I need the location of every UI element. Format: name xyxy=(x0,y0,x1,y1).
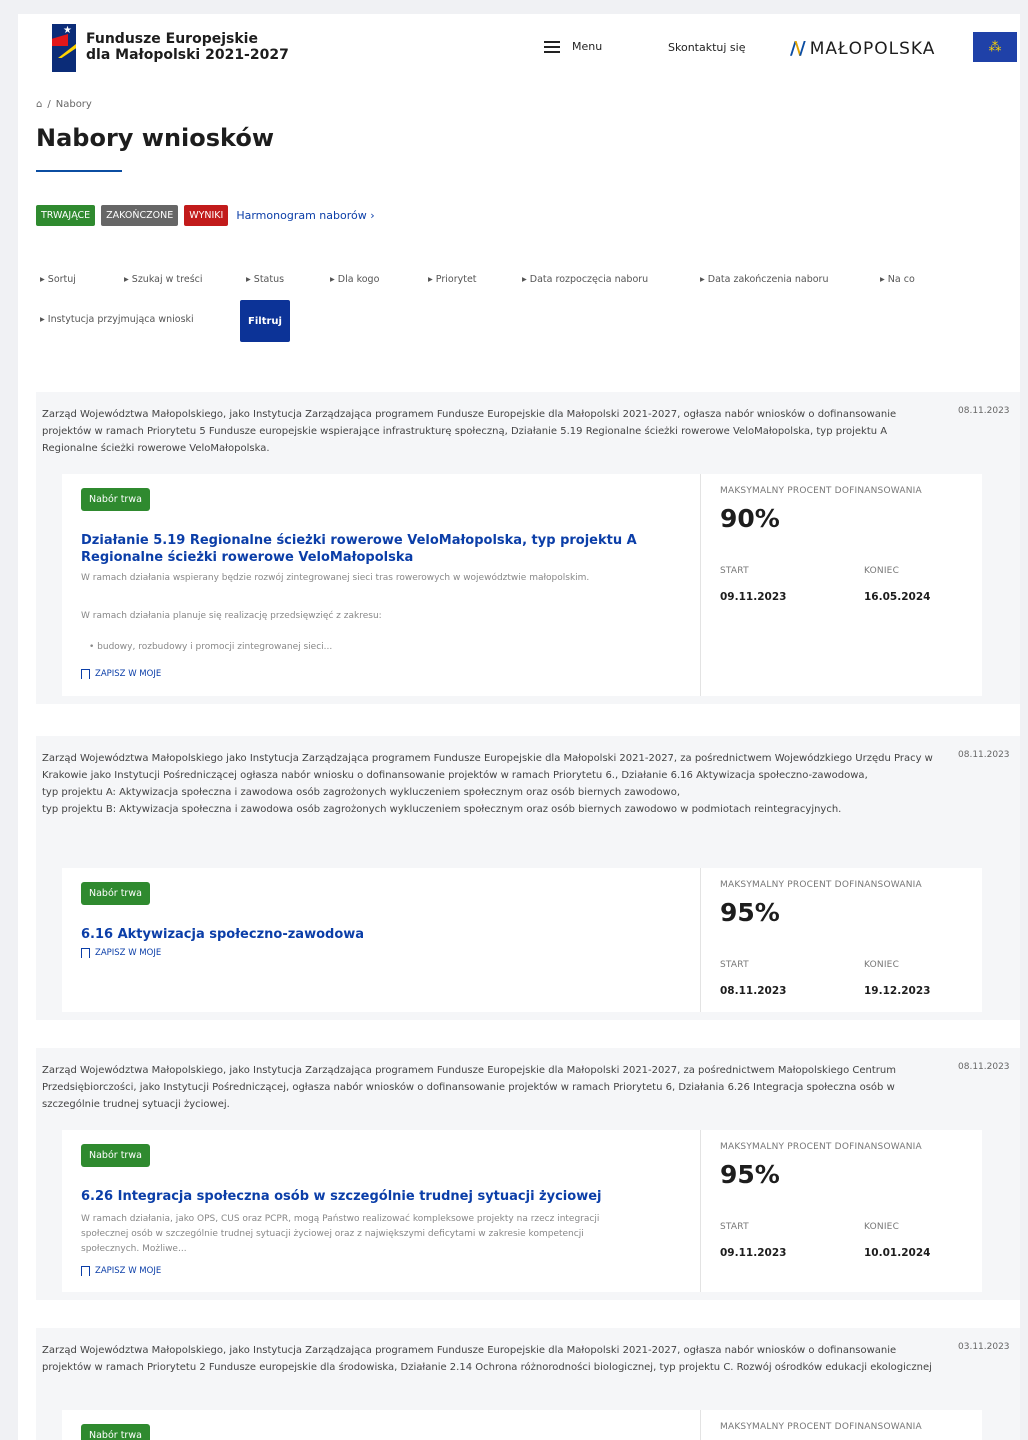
call-excerpt: W ramach działania wspierany będzie rozw… xyxy=(81,573,590,583)
call-details: Nabór trwa 6.26 Integracja społeczna osó… xyxy=(62,1130,982,1292)
call-description: Zarząd Województwa Małopolskiego, jako I… xyxy=(42,1345,932,1373)
call-description-line: typ projektu A: Aktywizacja społeczna i … xyxy=(42,787,681,798)
tab-results[interactable]: WYNIKI xyxy=(184,205,229,226)
status-tabs: TRWAJĄCE ZAKOŃCZONE WYNIKI Harmonogram n… xyxy=(36,205,375,226)
save-to-mine-button[interactable]: ZAPISZ W MOJE xyxy=(81,1266,161,1276)
start-date: 09.11.2023 xyxy=(720,1247,787,1259)
breadcrumb: ⌂ / Nabory xyxy=(36,99,92,110)
call-card: Zarząd Województwa Małopolskiego, jako I… xyxy=(36,392,1020,704)
call-title-link[interactable]: 6.26 Integracja społeczna osób w szczegó… xyxy=(81,1188,681,1205)
start-label: START xyxy=(720,1222,749,1232)
end-date: 16.05.2024 xyxy=(864,591,931,603)
filter-institution[interactable]: ▸ Instytucja przyjmująca wnioski xyxy=(40,314,194,325)
call-card: Zarząd Województwa Małopolskiego jako In… xyxy=(36,736,1020,1020)
filter-for-what[interactable]: ▸ Na co xyxy=(880,274,915,285)
bookmark-icon xyxy=(81,948,90,958)
call-details: Nabór trwa Działanie 5.19 Regionalne ści… xyxy=(62,474,982,696)
save-to-mine-button[interactable]: ZAPISZ W MOJE xyxy=(81,948,161,958)
call-date: 08.11.2023 xyxy=(958,406,1010,416)
filter-for-whom[interactable]: ▸ Dla kogo xyxy=(330,274,379,285)
max-percent-value: 90% xyxy=(720,504,780,533)
end-date: 19.12.2023 xyxy=(864,985,931,997)
start-date: 09.11.2023 xyxy=(720,591,787,603)
call-card: Zarząd Województwa Małopolskiego, jako I… xyxy=(36,1048,1020,1300)
contact-link[interactable]: Skontaktuj się xyxy=(668,41,745,54)
end-date: 10.01.2024 xyxy=(864,1247,931,1259)
site-header: ★ Fundusze Europejskie dla Małopolski 20… xyxy=(18,14,1020,86)
max-percent-value: 95% xyxy=(720,898,780,927)
call-title-link[interactable]: 6.16 Aktywizacja społeczno-zawodowa xyxy=(81,926,681,943)
start-label: START xyxy=(720,566,749,576)
hamburger-icon xyxy=(544,41,560,53)
call-description-line: typ projektu B: Aktywizacja społeczna i … xyxy=(42,804,842,815)
brand-name[interactable]: Fundusze Europejskie dla Małopolski 2021… xyxy=(86,31,289,63)
call-date: 03.11.2023 xyxy=(958,1342,1010,1352)
page-title: Nabory wniosków xyxy=(36,124,275,152)
brand-line-1: Fundusze Europejskie xyxy=(86,31,258,47)
filter-end-date[interactable]: ▸ Data zakończenia naboru xyxy=(700,274,828,285)
filter-sort[interactable]: ▸ Sortuj xyxy=(40,274,76,285)
filter-status[interactable]: ▸ Status xyxy=(246,274,284,285)
call-title-link[interactable]: Działanie 5.19 Regionalne ścieżki rowero… xyxy=(81,532,681,566)
end-label: KONIEC xyxy=(864,566,900,576)
tab-finished[interactable]: ZAKOŃCZONE xyxy=(101,205,179,226)
save-label: ZAPISZ W MOJE xyxy=(95,948,162,958)
card-divider xyxy=(700,1410,701,1440)
status-badge: Nabór trwa xyxy=(81,1144,150,1167)
call-description: Zarząd Województwa Małopolskiego jako In… xyxy=(42,750,942,818)
start-label: START xyxy=(720,960,749,970)
max-percent-label: MAKSYMALNY PROCENT DOFINANSOWANIA xyxy=(720,1142,922,1152)
tab-ongoing[interactable]: TRWAJĄCE xyxy=(36,205,96,226)
malopolska-logo[interactable]: /\/ MAŁOPOLSKA xyxy=(790,38,935,59)
card-divider xyxy=(700,1130,701,1292)
menu-button[interactable]: Menu xyxy=(544,40,602,53)
max-percent-label: MAKSYMALNY PROCENT DOFINANSOWANIA xyxy=(720,486,922,496)
call-card: Zarząd Województwa Małopolskiego, jako I… xyxy=(36,1328,1020,1440)
malopolska-mark-icon: /\/ xyxy=(790,38,806,59)
page: ★ Fundusze Europejskie dla Małopolski 20… xyxy=(18,14,1020,1440)
call-date: 08.11.2023 xyxy=(958,750,1010,760)
status-badge: Nabór trwa xyxy=(81,1424,150,1440)
breadcrumb-separator: / xyxy=(47,99,51,110)
filter-button[interactable]: Filtruj xyxy=(240,300,290,342)
filter-search[interactable]: ▸ Szukaj w treści xyxy=(124,274,203,285)
call-details: Nabór trwa MAKSYMALNY PROCENT DOFINANSOW… xyxy=(62,1410,982,1440)
status-badge: Nabór trwa xyxy=(81,488,150,511)
max-percent-label: MAKSYMALNY PROCENT DOFINANSOWANIA xyxy=(720,1422,922,1432)
malopolska-logo-text: MAŁOPOLSKA xyxy=(809,38,936,59)
brand-line-2: dla Małopolski 2021-2027 xyxy=(86,47,289,63)
schedule-link[interactable]: Harmonogram naborów › xyxy=(236,209,374,222)
call-description: Zarząd Województwa Małopolskiego, jako I… xyxy=(42,1065,896,1110)
end-label: KONIEC xyxy=(864,960,900,970)
call-excerpt-3: • budowy, rozbudowy i promocji zintegrow… xyxy=(89,642,333,652)
call-description-line: Zarząd Województwa Małopolskiego jako In… xyxy=(42,753,933,781)
save-label: ZAPISZ W MOJE xyxy=(95,669,162,679)
bookmark-icon xyxy=(81,669,90,679)
call-excerpt-2: W ramach działania planuje się realizacj… xyxy=(81,611,382,621)
max-percent-label: MAKSYMALNY PROCENT DOFINANSOWANIA xyxy=(720,880,922,890)
status-badge: Nabór trwa xyxy=(81,882,150,905)
filter-start-date[interactable]: ▸ Data rozpoczęcia naboru xyxy=(522,274,648,285)
breadcrumb-current: Nabory xyxy=(55,99,92,110)
filter-priority[interactable]: ▸ Priorytet xyxy=(428,274,477,285)
bookmark-icon xyxy=(81,1266,90,1276)
max-percent-value: 95% xyxy=(720,1160,780,1189)
fe-logo-icon[interactable]: ★ xyxy=(52,24,76,72)
home-icon[interactable]: ⌂ xyxy=(36,99,42,110)
end-label: KONIEC xyxy=(864,1222,900,1232)
call-date: 08.11.2023 xyxy=(958,1062,1010,1072)
call-excerpt: W ramach działania, jako OPS, CUS oraz P… xyxy=(81,1214,600,1254)
menu-label: Menu xyxy=(572,40,603,53)
card-divider xyxy=(700,474,701,696)
save-to-mine-button[interactable]: ZAPISZ W MOJE xyxy=(81,669,161,679)
title-underline xyxy=(36,170,122,172)
call-description: Zarząd Województwa Małopolskiego, jako I… xyxy=(42,409,897,454)
eu-flag-icon[interactable]: ⁂ xyxy=(973,32,1017,62)
card-divider xyxy=(700,868,701,1012)
call-details: Nabór trwa 6.16 Aktywizacja społeczno-za… xyxy=(62,868,982,1012)
save-label: ZAPISZ W MOJE xyxy=(95,1266,162,1276)
start-date: 08.11.2023 xyxy=(720,985,787,997)
